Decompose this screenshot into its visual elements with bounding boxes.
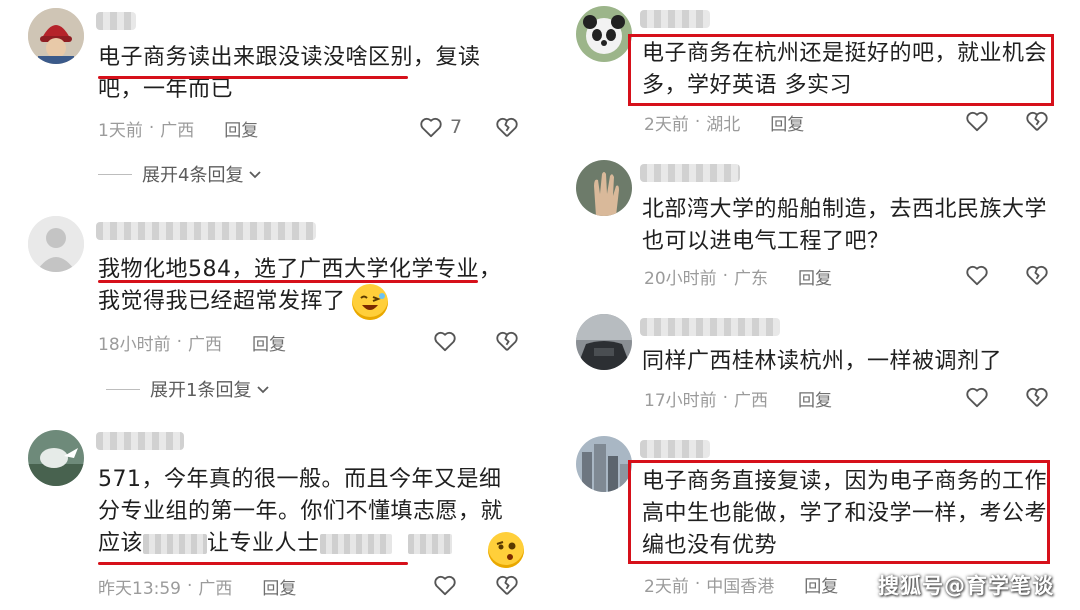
heart-icon: [434, 576, 456, 596]
laughing-emoji-icon: [352, 284, 388, 320]
broken-heart-icon: [1026, 388, 1048, 407]
chevron-down-icon: [249, 171, 262, 179]
reply-button[interactable]: 回复: [770, 110, 804, 135]
username-blurred[interactable]: [640, 440, 710, 458]
heart-icon: [434, 332, 456, 352]
dislike-button[interactable]: [494, 328, 520, 354]
comment-column-left: 电子商务读出来跟没读没啥区别，复读 吧，一年而已 1天前 · 广西 回复 7 展…: [0, 0, 545, 610]
thinking-emoji-icon: [488, 532, 524, 568]
comment-location: 广西: [734, 390, 769, 411]
dislike-button[interactable]: [1024, 384, 1050, 410]
avatar[interactable]: [576, 436, 632, 492]
comment-location: 广西: [188, 334, 223, 355]
reply-button[interactable]: 回复: [262, 574, 296, 599]
dislike-button[interactable]: [494, 572, 520, 598]
chevron-down-icon: [257, 386, 270, 394]
comment-item: 我物化地584，选了广西大学化学专业， 我觉得我已经超常发挥了 18小时前 · …: [0, 200, 545, 420]
comment-meta: 18小时前 · 广西 回复: [98, 330, 286, 355]
comment-time: 20小时前: [644, 268, 717, 289]
username-blurred[interactable]: [96, 432, 184, 450]
watermark: 搜狐号@育学笔谈: [878, 574, 1054, 598]
reply-button[interactable]: 回复: [252, 330, 286, 355]
comment-time: 18小时前: [98, 334, 171, 355]
avatar[interactable]: [576, 314, 632, 370]
avatar[interactable]: [576, 160, 632, 216]
comment-text: 电子商务读出来跟没读没啥区别，复读 吧，一年而已: [98, 45, 481, 102]
comment-item: 571，今年真的很一般。而且今年又是细 分专业组的第一年。你们不懂填志愿，就 应…: [0, 420, 545, 610]
comment-time: 2天前: [644, 576, 689, 597]
comment-time: 17小时前: [644, 390, 717, 411]
reply-button[interactable]: 回复: [804, 572, 838, 597]
comment-time: 2天前: [644, 114, 689, 135]
avatar[interactable]: [28, 8, 84, 64]
avatar[interactable]: [576, 6, 632, 62]
highlight-underline: [98, 562, 408, 565]
reply-button[interactable]: 回复: [798, 386, 832, 411]
reply-button[interactable]: 回复: [798, 264, 832, 289]
broken-heart-icon: [1026, 266, 1048, 285]
like-button[interactable]: [964, 262, 990, 288]
comment-item: 电子商务在杭州还是挺好的吧，就业机会 多，学好英语 多实习 2天前 · 湖北 回…: [560, 0, 1080, 150]
dislike-button[interactable]: [1024, 108, 1050, 134]
broken-heart-icon: [496, 118, 518, 137]
broken-heart-icon: [1026, 112, 1048, 131]
comment-location: 中国香港: [706, 576, 775, 597]
username-blurred[interactable]: [96, 222, 316, 240]
heart-icon: [420, 118, 442, 138]
comment-meta: 2天前 · 湖北 回复: [644, 110, 804, 135]
username-blurred[interactable]: [640, 10, 710, 28]
broken-heart-icon: [496, 576, 518, 595]
comment-text: 电子商务在杭州还是挺好的吧，就业机会 多，学好英语 多实习: [642, 41, 1048, 98]
comment-location: 广东: [734, 268, 769, 289]
username-blurred[interactable]: [96, 12, 136, 30]
like-button[interactable]: 7: [418, 114, 462, 140]
comment-text: 电子商务直接复读，因为电子商务的工作 高中生也能做，学了和没学一样，考公考 编也…: [642, 469, 1048, 558]
like-count: 7: [450, 116, 463, 138]
comment-column-right: 电子商务在杭州还是挺好的吧，就业机会 多，学好英语 多实习 2天前 · 湖北 回…: [560, 0, 1080, 610]
comment-item: 电子商务读出来跟没读没啥区别，复读 吧，一年而已 1天前 · 广西 回复 7 展…: [0, 0, 545, 200]
comment-meta: 1天前 · 广西 回复: [98, 116, 258, 141]
comment-meta: 20小时前 · 广东 回复: [644, 264, 832, 289]
like-button[interactable]: [964, 108, 990, 134]
comment-text: 我物化地584，选了广西大学化学专业， 我觉得我已经超常发挥了: [98, 257, 502, 314]
like-button[interactable]: [432, 572, 458, 598]
comment-text: 同样广西桂林读杭州，一样被调剂了: [642, 349, 1003, 374]
comment-meta: 2天前 · 中国香港 回复: [644, 572, 838, 597]
heart-icon: [966, 388, 988, 408]
dislike-button[interactable]: [1024, 262, 1050, 288]
comment-location: 湖北: [706, 114, 741, 135]
heart-icon: [966, 266, 988, 286]
username-blurred[interactable]: [640, 164, 740, 182]
like-button[interactable]: [432, 328, 458, 354]
comment-time: 1天前: [98, 120, 143, 141]
dislike-button[interactable]: [494, 114, 520, 140]
comment-time: 昨天13:59: [98, 578, 181, 599]
username-blurred[interactable]: [640, 318, 780, 336]
avatar[interactable]: [28, 430, 84, 486]
expand-replies-button[interactable]: 展开1条回复: [106, 376, 271, 402]
comment-meta: 17小时前 · 广西 回复: [644, 386, 832, 411]
comment-meta: 昨天13:59 · 广西 回复: [98, 574, 296, 599]
comment-item: 同样广西桂林读杭州，一样被调剂了 17小时前 · 广西 回复: [560, 300, 1080, 430]
comment-item: 北部湾大学的船舶制造，去西北民族大学 也可以进电气工程了吧？ 20小时前 · 广…: [560, 150, 1080, 300]
broken-heart-icon: [496, 332, 518, 351]
comment-text: 北部湾大学的船舶制造，去西北民族大学 也可以进电气工程了吧？: [642, 197, 1048, 254]
heart-icon: [966, 112, 988, 132]
comment-location: 广西: [160, 120, 195, 141]
comment-text: 571，今年真的很一般。而且今年又是细 分专业组的第一年。你们不懂填志愿，就 应…: [98, 467, 504, 556]
reply-button[interactable]: 回复: [224, 116, 258, 141]
comment-location: 广西: [198, 578, 233, 599]
avatar[interactable]: [28, 216, 84, 272]
expand-replies-button[interactable]: 展开4条回复: [98, 161, 263, 187]
highlight-underline: [98, 76, 408, 79]
highlight-underline: [98, 280, 478, 283]
like-button[interactable]: [964, 384, 990, 410]
